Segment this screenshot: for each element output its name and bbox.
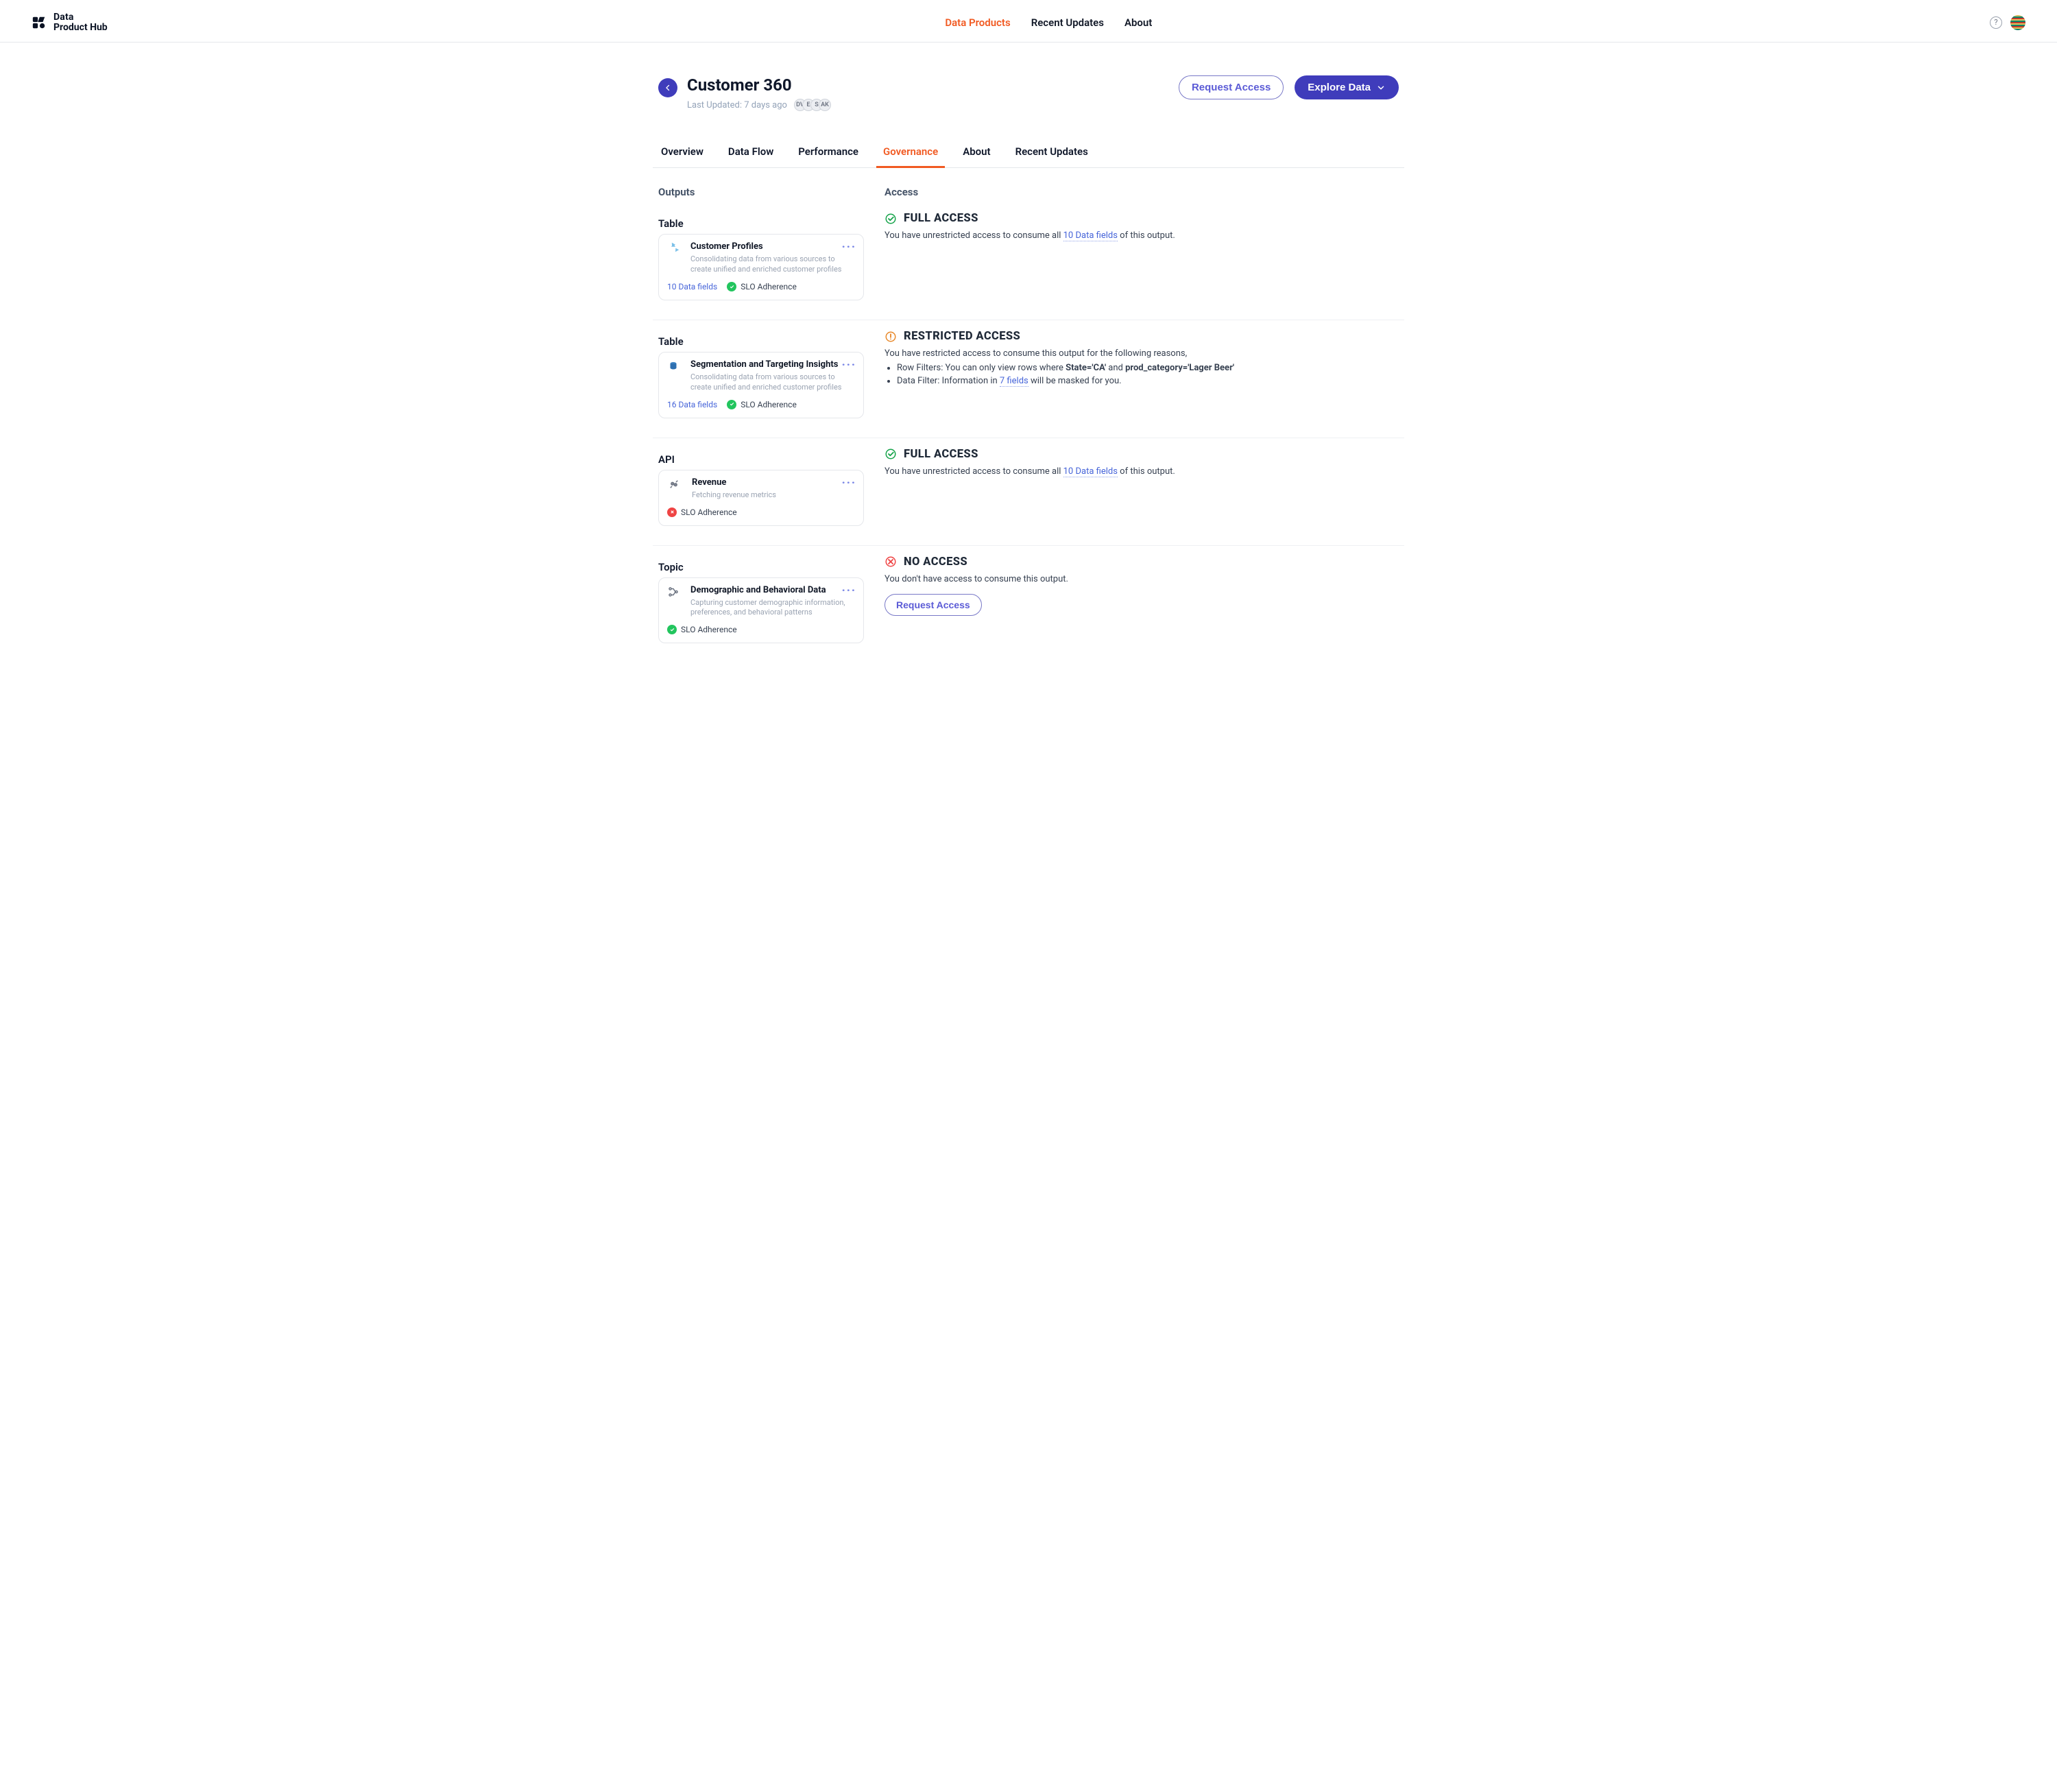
status-dot-green-icon bbox=[667, 625, 677, 634]
slo-status: SLO Adherence bbox=[667, 507, 737, 517]
back-button[interactable] bbox=[658, 78, 677, 97]
card-desc: Consolidating data from various sources … bbox=[690, 254, 855, 275]
status-dot-red-icon bbox=[667, 507, 677, 517]
access-desc: You don't have access to consume this ou… bbox=[885, 574, 1399, 584]
restriction-item: Data Filter: Information in 7 fields wil… bbox=[897, 376, 1399, 386]
card-title: Customer Profiles bbox=[690, 241, 855, 252]
governance-rows: Table ··· Customer Profiles Consolidatin… bbox=[653, 202, 1404, 662]
card-menu-icon[interactable]: ··· bbox=[842, 476, 856, 489]
x-circle-icon bbox=[885, 555, 897, 568]
access-panel: FULL ACCESS You have unrestricted access… bbox=[885, 448, 1399, 526]
output-row: API ··· Revenue Fetching revenue metrics bbox=[653, 438, 1404, 546]
output-row: Topic ··· Demographic and Behavioral Dat… bbox=[653, 546, 1404, 663]
avatar-chip: AK bbox=[819, 99, 831, 111]
access-desc: You have unrestricted access to consume … bbox=[885, 466, 1399, 477]
tab-performance[interactable]: Performance bbox=[795, 139, 861, 167]
tab-overview[interactable]: Overview bbox=[658, 139, 706, 167]
fields-link[interactable]: 16 Data fields bbox=[667, 400, 717, 409]
output-card[interactable]: ··· Customer Profiles Consolidating data… bbox=[658, 234, 864, 300]
brand-logo-icon bbox=[32, 15, 47, 30]
group-label: API bbox=[658, 453, 864, 466]
outputs-title: Outputs bbox=[658, 186, 864, 198]
brand[interactable]: Data Product Hub bbox=[32, 12, 108, 32]
tab-governance[interactable]: Governance bbox=[880, 139, 941, 167]
access-desc: You have unrestricted access to consume … bbox=[885, 230, 1399, 241]
tab-data-flow[interactable]: Data Flow bbox=[725, 139, 776, 167]
primary-nav: Data Products Recent Updates About bbox=[945, 16, 1152, 29]
tabs: Overview Data Flow Performance Governanc… bbox=[653, 122, 1404, 168]
card-menu-icon[interactable]: ··· bbox=[842, 358, 856, 371]
fields-link[interactable]: 10 Data fields bbox=[667, 282, 717, 291]
card-desc: Fetching revenue metrics bbox=[692, 490, 776, 501]
page-title: Customer 360 bbox=[687, 75, 831, 95]
brand-line2: Product Hub bbox=[53, 23, 108, 33]
access-desc: You have restricted access to consume th… bbox=[885, 348, 1399, 359]
chevron-down-icon bbox=[1376, 83, 1386, 93]
table-icon bbox=[667, 241, 679, 255]
request-access-button[interactable]: Request Access bbox=[885, 594, 982, 616]
chevron-left-icon bbox=[664, 84, 672, 92]
access-title: RESTRICTED ACCESS bbox=[904, 330, 1020, 343]
output-card[interactable]: ··· Revenue Fetching revenue metrics bbox=[658, 470, 864, 526]
card-desc: Consolidating data from various sources … bbox=[690, 372, 855, 393]
group-label: Topic bbox=[658, 561, 864, 573]
access-title: Access bbox=[885, 186, 1399, 198]
group-label: Table bbox=[658, 335, 864, 348]
output-card[interactable]: ··· Segmentation and Targeting Insights … bbox=[658, 352, 864, 418]
topic-icon bbox=[667, 585, 679, 599]
explore-label: Explore Data bbox=[1308, 82, 1371, 93]
card-title: Demographic and Behavioral Data bbox=[690, 585, 855, 595]
card-menu-icon[interactable]: ··· bbox=[842, 240, 856, 253]
check-circle-icon bbox=[885, 213, 897, 225]
brand-line1: Data bbox=[53, 12, 108, 23]
user-avatar[interactable] bbox=[2010, 15, 2025, 30]
slo-status: SLO Adherence bbox=[727, 282, 797, 291]
output-row: Table ··· Customer Profiles Consolidatin… bbox=[653, 202, 1404, 320]
access-panel: FULL ACCESS You have unrestricted access… bbox=[885, 212, 1399, 300]
explore-data-button[interactable]: Explore Data bbox=[1295, 75, 1399, 99]
card-title: Segmentation and Targeting Insights bbox=[690, 359, 855, 370]
tab-about[interactable]: About bbox=[960, 139, 993, 167]
topbar: Data Product Hub Data Products Recent Up… bbox=[0, 0, 2057, 43]
card-menu-icon[interactable]: ··· bbox=[842, 584, 856, 597]
page-header: Customer 360 Last Updated: 7 days ago DV… bbox=[653, 56, 1404, 115]
fields-link[interactable]: 10 Data fields bbox=[1063, 230, 1118, 241]
check-circle-icon bbox=[885, 448, 897, 460]
access-panel: NO ACCESS You don't have access to consu… bbox=[885, 555, 1399, 644]
restriction-item: Row Filters: You can only view rows wher… bbox=[897, 363, 1399, 373]
masked-fields-link[interactable]: 7 fields bbox=[1000, 376, 1028, 387]
status-dot-green-icon bbox=[727, 282, 736, 291]
access-title: NO ACCESS bbox=[904, 555, 967, 569]
access-title: FULL ACCESS bbox=[904, 212, 978, 225]
fields-link[interactable]: 10 Data fields bbox=[1063, 466, 1118, 477]
output-row: Table ··· Segmentation and Targeting Ins… bbox=[653, 320, 1404, 438]
help-icon[interactable]: ? bbox=[1990, 16, 2002, 29]
nav-about[interactable]: About bbox=[1124, 16, 1152, 29]
access-title: FULL ACCESS bbox=[904, 448, 978, 461]
alert-circle-icon bbox=[885, 331, 897, 343]
access-panel: RESTRICTED ACCESS You have restricted ac… bbox=[885, 330, 1399, 418]
group-label: Table bbox=[658, 217, 864, 230]
card-desc: Capturing customer demographic informati… bbox=[690, 598, 855, 619]
output-card[interactable]: ··· Demographic and Behavioral Data Capt… bbox=[658, 577, 864, 644]
restriction-list: Row Filters: You can only view rows wher… bbox=[897, 363, 1399, 386]
nav-recent-updates[interactable]: Recent Updates bbox=[1031, 16, 1104, 29]
tab-recent-updates[interactable]: Recent Updates bbox=[1013, 139, 1091, 167]
db-icon bbox=[667, 359, 679, 373]
slo-status: SLO Adherence bbox=[727, 400, 797, 409]
card-title: Revenue bbox=[692, 477, 776, 488]
slo-status: SLO Adherence bbox=[667, 625, 737, 634]
status-dot-green-icon bbox=[727, 400, 736, 409]
request-access-button[interactable]: Request Access bbox=[1179, 75, 1284, 99]
collaborator-avatars: DV E S AK bbox=[794, 99, 831, 111]
api-icon bbox=[667, 477, 681, 491]
last-updated: Last Updated: 7 days ago bbox=[687, 100, 787, 110]
nav-data-products[interactable]: Data Products bbox=[945, 16, 1010, 29]
